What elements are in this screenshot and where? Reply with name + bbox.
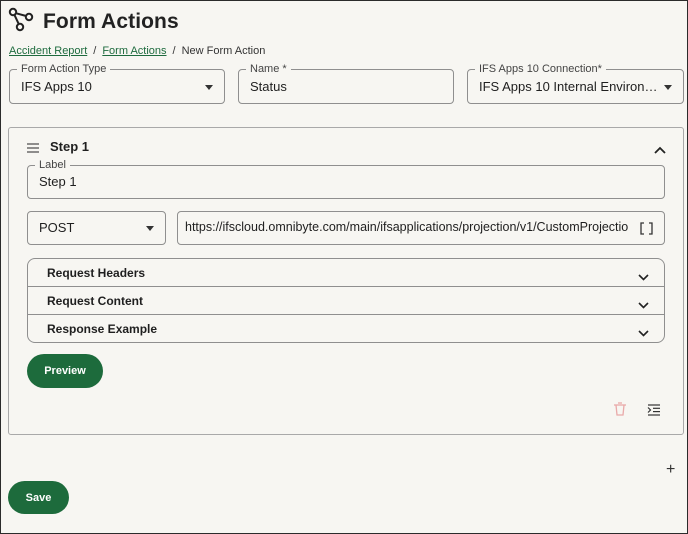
name-value: Status	[250, 79, 287, 94]
request-accordion: Request Headers Request Content Response…	[27, 258, 665, 343]
connection-value: IFS Apps 10 Internal Environment	[479, 79, 665, 94]
page-header: Form Actions	[8, 6, 179, 37]
step-label-field[interactable]: Label Step 1	[27, 159, 665, 199]
url-field[interactable]: https://ifscloud.omnibyte.com/main/ifsap…	[177, 211, 665, 245]
accordion-request-content[interactable]: Request Content	[28, 287, 664, 315]
form-action-type-value: IFS Apps 10	[21, 79, 92, 94]
connection-label: IFS Apps 10 Connection*	[475, 63, 606, 75]
breadcrumb-link-form-actions[interactable]: Form Actions	[102, 45, 166, 57]
chevron-down-icon	[638, 324, 649, 342]
breadcrumb-separator: /	[93, 45, 97, 57]
share-nodes-icon	[8, 6, 34, 37]
accordion-label: Request Content	[47, 294, 143, 308]
step-card: Step 1 Label Step 1 POST https://ifsclou…	[8, 127, 684, 435]
http-method-value: POST	[39, 220, 75, 235]
accordion-response-example[interactable]: Response Example	[28, 315, 664, 343]
accordion-request-headers[interactable]: Request Headers	[28, 259, 664, 287]
url-value: https://ifscloud.omnibyte.com/main/ifsap…	[185, 220, 628, 234]
trash-icon[interactable]	[613, 402, 627, 421]
indent-icon[interactable]	[647, 403, 661, 421]
breadcrumb-current: New Form Action	[181, 45, 266, 57]
breadcrumb-link-accident-report[interactable]: Accident Report	[9, 45, 87, 57]
name-field[interactable]: Name * Status	[238, 63, 454, 104]
page-title: Form Actions	[43, 9, 179, 33]
step-label-value: Step 1	[39, 174, 77, 189]
accordion-label: Response Example	[47, 322, 158, 336]
accordion-label: Request Headers	[47, 266, 146, 280]
http-method-select[interactable]: POST	[27, 211, 166, 245]
chevron-down-icon	[205, 85, 213, 90]
chevron-down-icon	[664, 85, 672, 90]
chevron-down-icon	[638, 296, 649, 314]
connection-select[interactable]: IFS Apps 10 Connection* IFS Apps 10 Inte…	[467, 63, 684, 104]
expand-brackets-icon[interactable]	[640, 222, 653, 240]
step-title: Step 1	[50, 139, 90, 154]
chevron-down-icon	[638, 268, 649, 286]
form-action-type-select[interactable]: Form Action Type IFS Apps 10	[9, 63, 225, 104]
drag-handle-icon[interactable]	[27, 140, 39, 158]
chevron-up-icon[interactable]	[654, 141, 666, 159]
save-button[interactable]: Save	[8, 481, 69, 514]
add-step-icon[interactable]: +	[666, 462, 675, 478]
chevron-down-icon	[146, 226, 154, 231]
breadcrumb: Accident Report / Form Actions / New Form Ac…	[9, 45, 265, 57]
step-label-label: Label	[35, 159, 70, 171]
name-label: Name *	[246, 63, 291, 75]
breadcrumb-separator: /	[172, 45, 176, 57]
form-action-type-label: Form Action Type	[17, 63, 111, 75]
preview-button[interactable]: Preview	[27, 354, 103, 388]
